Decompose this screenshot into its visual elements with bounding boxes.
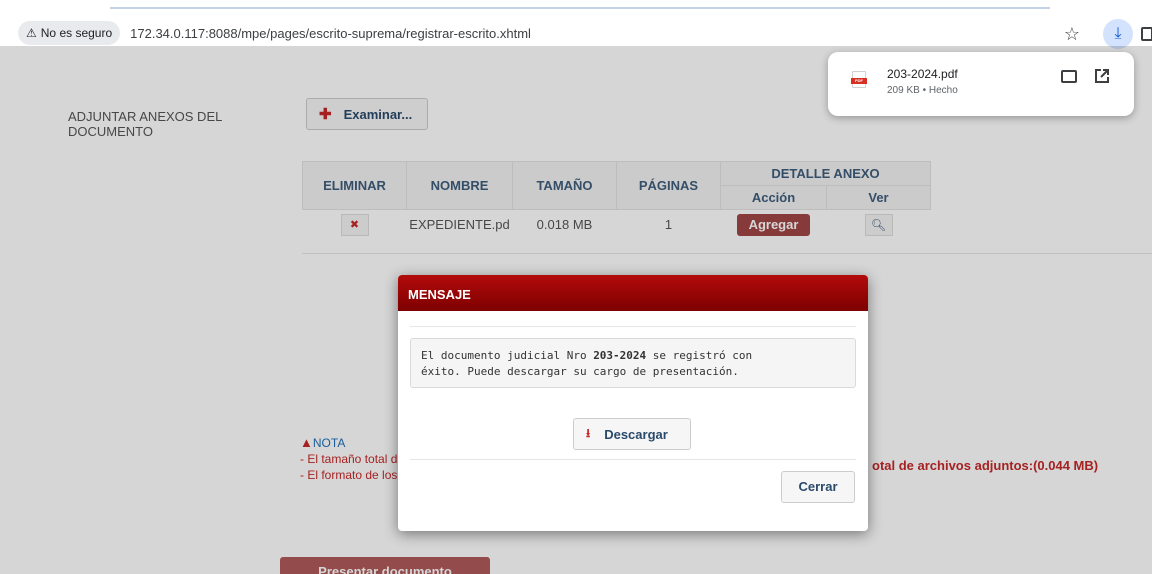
download-meta: 209 KB • Hecho xyxy=(887,85,958,96)
open-external-icon[interactable] xyxy=(1094,68,1110,84)
browser-toolbar: ⚠ No es seguro 172.34.0.117:8088/mpe/pag… xyxy=(0,0,1152,49)
security-label: No es seguro xyxy=(40,26,113,40)
address-bar[interactable]: ⚠ No es seguro 172.34.0.117:8088/mpe/pag… xyxy=(14,18,1054,48)
dialog-title: MENSAJE xyxy=(398,275,868,311)
folder-icon[interactable] xyxy=(1061,70,1077,83)
url-text[interactable]: 172.34.0.117:8088/mpe/pages/escrito-supr… xyxy=(130,26,531,41)
tab-strip-line xyxy=(110,7,1050,9)
download-bubble: PDF 203-2024.pdf 209 KB • Hecho xyxy=(828,52,1134,116)
star-icon[interactable]: ☆ xyxy=(1060,22,1084,46)
pdf-file-icon: PDF xyxy=(851,71,867,88)
close-button[interactable]: Cerrar xyxy=(781,471,855,503)
side-panel-icon[interactable] xyxy=(1140,22,1152,46)
message-pre: El documento judicial Nro xyxy=(421,349,594,362)
message-dialog: MENSAJE El documento judicial Nro 203-20… xyxy=(398,275,868,531)
download-arrow-icon: ⭳ xyxy=(586,425,591,440)
download-file-name[interactable]: 203-2024.pdf xyxy=(887,67,958,81)
download-icon[interactable]: ⤓ xyxy=(1103,19,1133,49)
message-number: 203-2024 xyxy=(593,349,647,362)
security-chip[interactable]: ⚠ No es seguro xyxy=(18,21,121,45)
warning-icon: ⚠ xyxy=(26,26,37,40)
message-box: El documento judicial Nro 203-2024 se re… xyxy=(410,338,856,388)
message-line-2: éxito. Puede descargar su cargo de prese… xyxy=(421,365,739,378)
dialog-footer-divider xyxy=(410,459,856,460)
message-post: se registró con xyxy=(646,349,753,362)
dialog-divider xyxy=(410,326,856,327)
download-button-label: Descargar xyxy=(604,426,668,442)
download-button[interactable]: ⭳ Descargar xyxy=(573,418,691,450)
